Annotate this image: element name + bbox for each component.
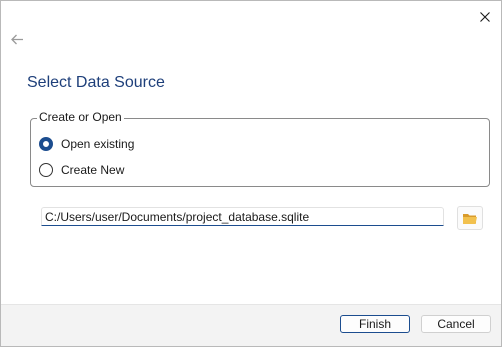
close-icon xyxy=(480,12,490,22)
cancel-button[interactable]: Cancel xyxy=(421,315,491,333)
create-or-open-group: Create or Open Open existing Create New xyxy=(30,110,490,187)
browse-folder-button[interactable] xyxy=(457,206,483,230)
radio-create-new[interactable]: Create New xyxy=(39,163,124,177)
folder-icon xyxy=(463,213,477,224)
dialog-footer: Finish Cancel xyxy=(1,304,501,346)
radio-open-existing[interactable]: Open existing xyxy=(39,137,134,151)
radio-checked-indicator[interactable] xyxy=(39,137,53,151)
group-legend: Create or Open xyxy=(37,110,124,124)
radio-label-open-existing: Open existing xyxy=(61,137,135,151)
back-arrow-icon xyxy=(10,34,23,44)
radio-unchecked-indicator[interactable] xyxy=(39,163,53,177)
back-button[interactable] xyxy=(9,31,25,47)
select-data-source-dialog: Select Data Source Create or Open Open e… xyxy=(0,0,502,347)
close-button[interactable] xyxy=(475,7,495,27)
radio-label-create-new: Create New xyxy=(61,163,125,177)
database-path-input[interactable] xyxy=(41,207,444,226)
finish-button[interactable]: Finish xyxy=(340,315,410,333)
dialog-title: Select Data Source xyxy=(27,74,165,91)
